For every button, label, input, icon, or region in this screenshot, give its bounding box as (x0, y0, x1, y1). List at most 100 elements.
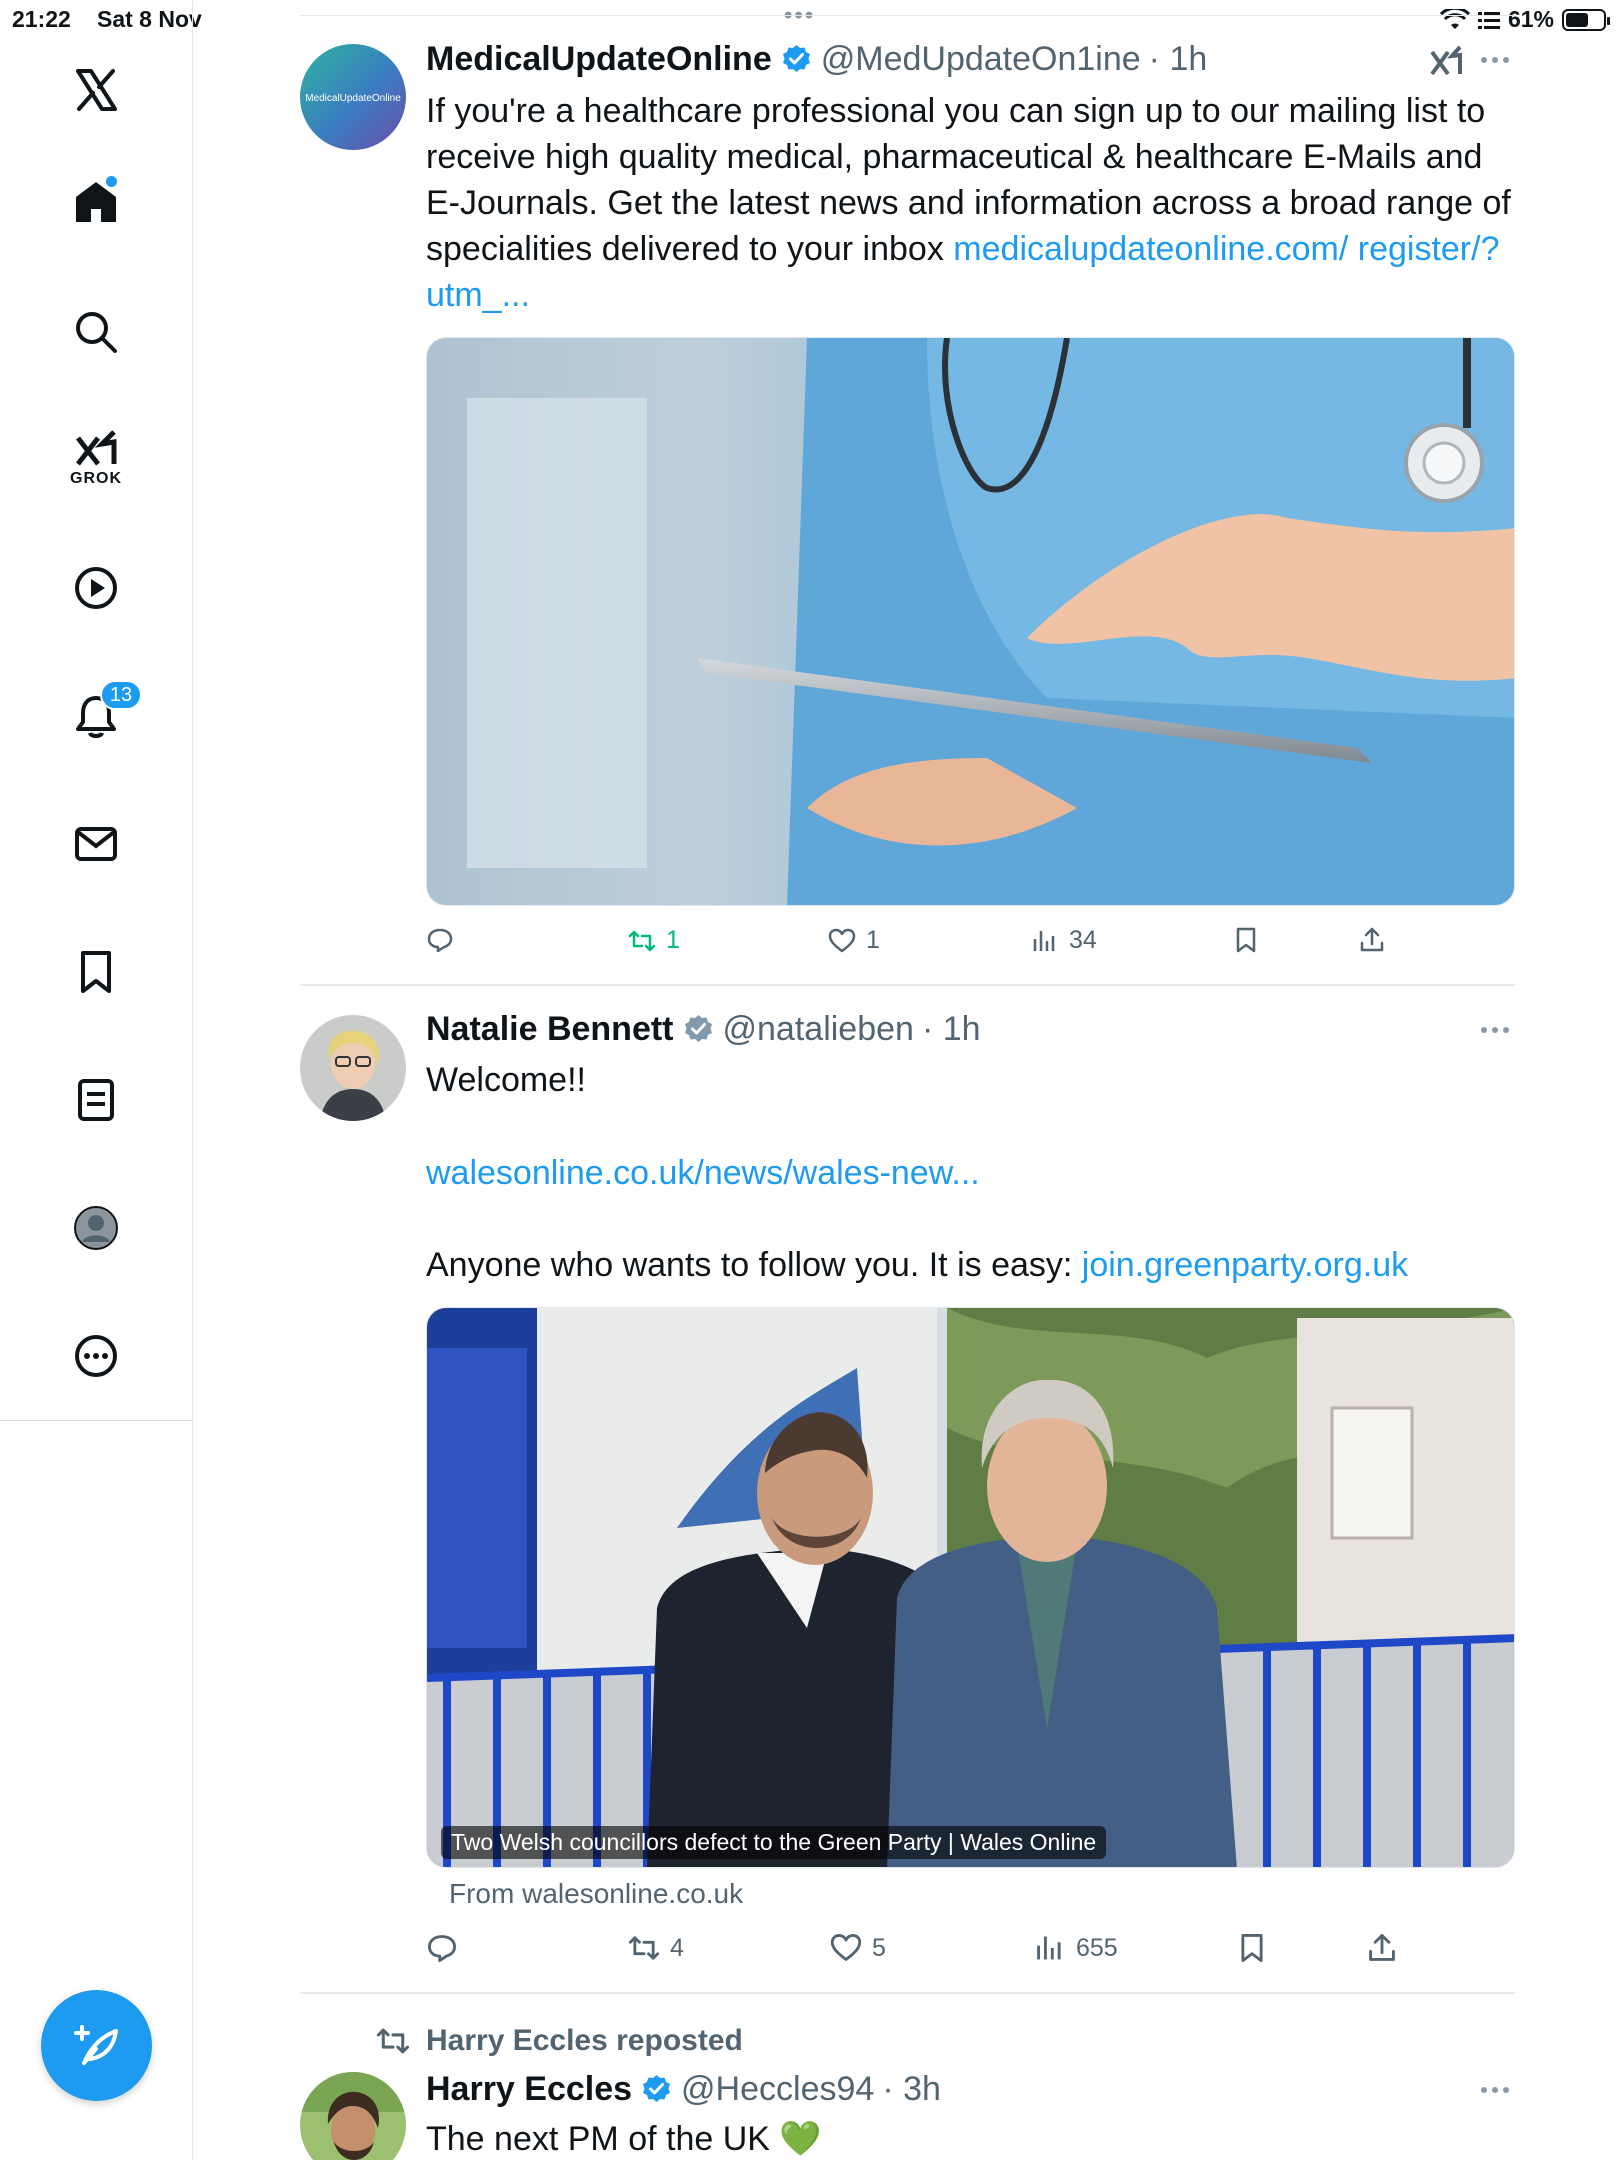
repost-count: 4 (670, 1933, 684, 1962)
tweet-header: Natalie Bennett @natalieben · 1h (426, 1010, 981, 1049)
tweet-actions: 1 1 34 (426, 926, 1426, 966)
bookmark-icon (81, 951, 111, 993)
wifi-icon (1439, 8, 1470, 29)
like-count: 5 (872, 1933, 886, 1962)
display-name[interactable]: Natalie Bennett (426, 1010, 674, 1049)
timestamp[interactable]: · 1h (922, 1010, 981, 1049)
like-count: 1 (866, 926, 880, 954)
compose-feather-icon (73, 2024, 118, 2065)
sidebar-item-home[interactable] (56, 162, 136, 242)
repost-by-label: Harry Eccles reposted (426, 2024, 743, 2057)
more-circle-icon (75, 1335, 117, 1377)
avatar-logo-text: MedicalUpdateOnline (305, 93, 401, 104)
tweet-link-1[interactable]: walesonline.co.uk/news/wales-new... (426, 1150, 1516, 1196)
sidebar-item-profile[interactable] (56, 1188, 136, 1268)
link-card-title: Two Welsh councillors defect to the Gree… (441, 1826, 1107, 1859)
handle[interactable]: @MedUpdateOn1ine (821, 40, 1141, 79)
like-button[interactable]: 1 (828, 926, 880, 955)
share-button[interactable] (1366, 1932, 1398, 1964)
link-card-image (427, 1308, 1514, 1867)
timestamp[interactable]: · 3h (882, 2070, 941, 2109)
profile-icon (74, 1206, 118, 1250)
multitasking-dots-icon[interactable]: ••• (784, 2, 815, 30)
tweet-line-2: Anyone who wants to follow you. It is ea… (426, 1242, 1516, 1288)
repost-icon (628, 930, 656, 951)
views-icon (1037, 1936, 1061, 1960)
share-button[interactable] (1358, 926, 1386, 954)
play-icon (75, 567, 117, 609)
tweet-more-icon[interactable] (1475, 2080, 1515, 2100)
avatar[interactable] (300, 1015, 406, 1121)
timestamp[interactable]: · 1h (1149, 40, 1208, 79)
tweet-actions: 4 5 655 (426, 1932, 1426, 1972)
status-bar: 21:22 Sat 8 Nov ••• 61% (0, 0, 1620, 40)
bookmark-button[interactable] (1232, 926, 1260, 954)
x-logo-icon (76, 69, 117, 111)
verified-badge-icon (780, 43, 813, 76)
sidebar-item-x-logo[interactable] (56, 50, 136, 130)
share-icon (1360, 927, 1384, 952)
sidebar-nav: GROK 13 (0, 0, 193, 2160)
grok-explain-icon[interactable] (1428, 44, 1464, 80)
views-button[interactable]: 34 (1031, 926, 1097, 955)
tweet-line-1: Welcome!! (426, 1061, 586, 1099)
tweet-header: MedicalUpdateOnline @MedUpdateOn1ine · 1… (426, 40, 1207, 79)
verified-badge-icon (640, 2073, 673, 2106)
bookmark-button[interactable] (1236, 1932, 1268, 1964)
sidebar-item-messages[interactable] (56, 804, 136, 884)
reply-button[interactable] (426, 1932, 468, 1964)
tweet-more-icon[interactable] (1475, 50, 1515, 70)
display-name[interactable]: MedicalUpdateOnline (426, 40, 772, 79)
repost-indicator[interactable]: Harry Eccles reposted (376, 2024, 743, 2058)
grok-label: GROK (70, 470, 122, 487)
battery-percent: 61% (1507, 6, 1554, 32)
sidebar-item-bookmarks[interactable] (56, 932, 136, 1012)
sidebar-item-videos[interactable] (56, 548, 136, 628)
tweet-text: If you're a healthcare professional you … (426, 88, 1516, 318)
reply-button[interactable] (426, 926, 464, 954)
tweet-image[interactable] (426, 337, 1515, 906)
avatar[interactable]: MedicalUpdateOnline (300, 44, 406, 150)
handle[interactable]: @natalieben (723, 1010, 914, 1049)
repost-button[interactable]: 4 (628, 1932, 684, 1964)
repost-icon (628, 1936, 660, 1960)
handle[interactable]: @Heccles94 (681, 2070, 874, 2109)
heart-icon (830, 1934, 862, 1961)
avatar[interactable] (300, 2072, 406, 2160)
repost-button[interactable]: 1 (628, 926, 680, 955)
views-button[interactable]: 655 (1034, 1932, 1118, 1964)
reply-icon (427, 928, 453, 953)
tweet-body: Anyone who wants to follow you. It is ea… (426, 1246, 1082, 1284)
link-card-source[interactable]: From walesonline.co.uk (449, 1878, 743, 1910)
grok-icon (76, 430, 117, 466)
battery-icon (1562, 8, 1610, 31)
sidebar-item-notifications[interactable]: 13 (56, 676, 142, 756)
like-button[interactable]: 5 (830, 1932, 886, 1964)
status-indicators: 61% (1439, 6, 1610, 33)
repost-icon (376, 2028, 410, 2054)
feed-top-rule (300, 15, 1515, 16)
views-count: 34 (1069, 926, 1097, 954)
bookmark-icon (1241, 1934, 1263, 1962)
sidebar-item-more[interactable] (56, 1316, 136, 1396)
tweet-divider (300, 984, 1515, 986)
list-icon (78, 1079, 114, 1121)
sidebar-item-grok[interactable]: GROK (56, 412, 136, 492)
views-count: 655 (1076, 1933, 1118, 1962)
compose-button[interactable] (41, 1990, 152, 2101)
notification-badge: 13 (100, 680, 142, 710)
sidebar-divider (0, 1420, 193, 1421)
tweet-text: The next PM of the UK 💚 (426, 2120, 822, 2158)
heart-icon (828, 928, 856, 952)
repost-count: 1 (666, 926, 680, 954)
mail-icon (75, 827, 117, 861)
tweet-link-2[interactable]: join.greenparty.org.uk (1082, 1246, 1408, 1284)
display-name[interactable]: Harry Eccles (426, 2070, 632, 2109)
link-card[interactable]: Two Welsh councillors defect to the Gree… (426, 1307, 1515, 1868)
sidebar-item-search[interactable] (56, 292, 136, 372)
search-icon (76, 312, 117, 353)
sidebar-item-lists[interactable] (56, 1060, 136, 1140)
unread-dot (106, 176, 117, 187)
tweet-more-icon[interactable] (1475, 1020, 1515, 1040)
reply-icon (428, 1935, 456, 1962)
